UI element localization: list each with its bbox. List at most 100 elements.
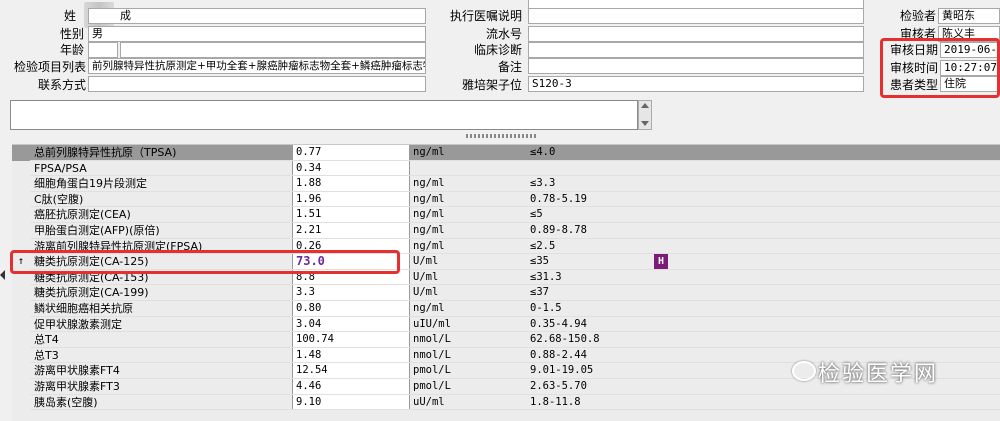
result-value[interactable]: 4.46 (292, 379, 410, 395)
result-row[interactable]: 鳞状细胞癌相关抗原 0.80 ng/ml 0-1.5 (12, 301, 1000, 317)
row-indicator (12, 332, 30, 348)
result-unit: ng/ml (413, 302, 445, 314)
result-unit: ng/ml (413, 192, 445, 205)
result-name: 总前列腺特异性抗原（TPSA) (34, 146, 177, 159)
row-indicator (12, 317, 30, 333)
result-unit: ng/ml (413, 239, 445, 252)
gender-value: 男 (92, 27, 103, 40)
serial-label: 流水号 (485, 27, 522, 41)
row-indicator (12, 363, 30, 379)
wechat-logo-icon (792, 361, 816, 381)
result-row[interactable]: C肽(空腹) 1.96 ng/ml 0.78-5.19 (12, 191, 1000, 208)
rack-label: 雅培架子位 (461, 78, 522, 92)
result-name: 细胞角蛋白19片段测定 (34, 177, 147, 191)
remark-label: 备注 (497, 60, 522, 74)
result-row[interactable]: 胰岛素(空腹) 9.10 uU/ml 1.8-11.8 (12, 394, 1000, 411)
result-unit: U/ml (413, 286, 439, 299)
result-reference: ≤4.0 (530, 146, 556, 158)
row-indicator (12, 207, 30, 223)
result-name: 糖类抗原测定(CA-199) (34, 286, 149, 300)
row-indicator (12, 145, 30, 161)
remark-field[interactable] (528, 58, 864, 74)
age-field[interactable] (88, 42, 118, 58)
review-highlight-box (880, 38, 1000, 98)
name-field[interactable]: 成 (88, 8, 426, 24)
result-reference: 2.63-5.70 (530, 380, 587, 392)
result-row[interactable]: 促甲状腺激素测定 3.04 uIU/ml 0.35-4.94 (12, 316, 1000, 333)
left-collapse-icon[interactable] (0, 270, 5, 280)
row-indicator (12, 285, 30, 301)
scroll-down-icon[interactable] (641, 121, 649, 126)
watermark-text: 检验医学网 (818, 362, 939, 387)
result-unit: uU/ml (413, 395, 445, 408)
result-name: 促甲状腺激素测定 (34, 317, 122, 331)
rack-field[interactable]: S120-3 (528, 76, 864, 92)
gender-field[interactable]: 男 (88, 26, 426, 42)
gender-label: 性别 (59, 27, 84, 41)
result-unit (410, 161, 524, 177)
result-value[interactable]: 1.88 (292, 176, 410, 192)
result-reference: ≤37 (530, 286, 549, 299)
contact-label: 联系方式 (37, 78, 86, 92)
row-indicator (12, 192, 30, 208)
result-reference: 62.68-150.8 (530, 333, 600, 346)
result-unit: nmol/L (413, 333, 451, 346)
result-reference: 0.35-4.94 (530, 317, 587, 330)
result-unit: pmol/L (413, 380, 451, 392)
result-reference: ≤35 (530, 255, 549, 268)
result-reference: ≤31.3 (530, 270, 562, 283)
result-value[interactable]: 3.04 (292, 316, 410, 333)
result-name: 癌胚抗原测定(CEA) (34, 208, 131, 222)
result-row[interactable]: 总T4 100.74 nmol/L 62.68-150.8 (12, 332, 1000, 348)
memo-scrollbar[interactable] (638, 100, 652, 130)
result-row[interactable]: 总前列腺特异性抗原（TPSA) 0.77 ng/ml ≤4.0 (12, 145, 1000, 161)
row-indicator (12, 379, 30, 395)
diagnosis-field[interactable] (528, 42, 864, 58)
high-flag-badge: H (654, 254, 668, 270)
result-row[interactable]: 甲胎蛋白测定(AFP)(原倍) 2.21 ng/ml 0.89-8.78 (12, 223, 1000, 239)
contact-field[interactable] (88, 76, 426, 92)
tester-field[interactable]: 黄昭东 (938, 8, 1000, 24)
exec-field[interactable] (528, 8, 864, 24)
result-name: C肽(空腹) (34, 192, 84, 206)
tester-value: 黄昭东 (942, 9, 975, 22)
result-value[interactable]: 1.96 (292, 191, 410, 208)
result-reference: 9.01-19.05 (530, 364, 594, 377)
result-name: FPSA/PSA (34, 161, 87, 175)
result-row[interactable]: 癌胚抗原测定(CEA) 1.51 ng/ml ≤5 (12, 207, 1000, 223)
items-field[interactable]: 前列腺特异性抗原测定+甲功全套+腺癌肿瘤标志物全套+鳞癌肿瘤标志物 (88, 58, 426, 74)
serial-field[interactable] (528, 26, 864, 42)
exec-label: 执行医嘱说明 (449, 9, 522, 23)
result-value[interactable]: 1.51 (292, 207, 410, 223)
result-row[interactable]: 细胞角蛋白19片段测定 1.88 ng/ml ≤3.3 (12, 176, 1000, 192)
name-value: 成 (120, 9, 131, 22)
result-unit: ng/ml (413, 177, 445, 190)
result-name: 游离甲状腺素FT3 (34, 380, 120, 393)
result-value[interactable]: 12.54 (292, 363, 410, 379)
result-value[interactable]: 0.34 (292, 160, 410, 177)
result-unit: uIU/ml (413, 317, 451, 330)
row-indicator (12, 161, 30, 177)
result-row[interactable]: 糖类抗原测定(CA-199) 3.3 U/ml ≤37 (12, 285, 1000, 301)
result-unit: pmol/L (413, 364, 451, 377)
splitter-grip[interactable] (466, 134, 538, 138)
result-name: 游离甲状腺素FT4 (34, 364, 120, 378)
result-reference: 1.8-11.8 (530, 395, 581, 408)
result-value[interactable]: 3.3 (292, 285, 410, 301)
result-value[interactable]: 2.21 (292, 223, 410, 239)
result-value[interactable]: 9.10 (292, 394, 410, 411)
result-value[interactable]: 0.77 (292, 145, 410, 161)
age-unit-field[interactable] (120, 42, 426, 58)
result-unit: nmol/L (413, 348, 451, 361)
scroll-up-icon[interactable] (641, 103, 649, 108)
result-value[interactable]: 1.48 (292, 347, 410, 364)
result-reference: 0.88-2.44 (530, 348, 587, 361)
result-value[interactable]: 100.74 (292, 332, 410, 348)
memo-textarea[interactable] (10, 100, 638, 130)
result-reference: ≤2.5 (530, 239, 556, 252)
result-name: 胰岛素(空腹) (34, 395, 98, 409)
result-row[interactable]: FPSA/PSA 0.34 (12, 160, 1000, 177)
result-name: 鳞状细胞癌相关抗原 (34, 302, 133, 315)
result-unit: U/ml (413, 270, 439, 283)
result-value[interactable]: 0.80 (292, 301, 410, 317)
